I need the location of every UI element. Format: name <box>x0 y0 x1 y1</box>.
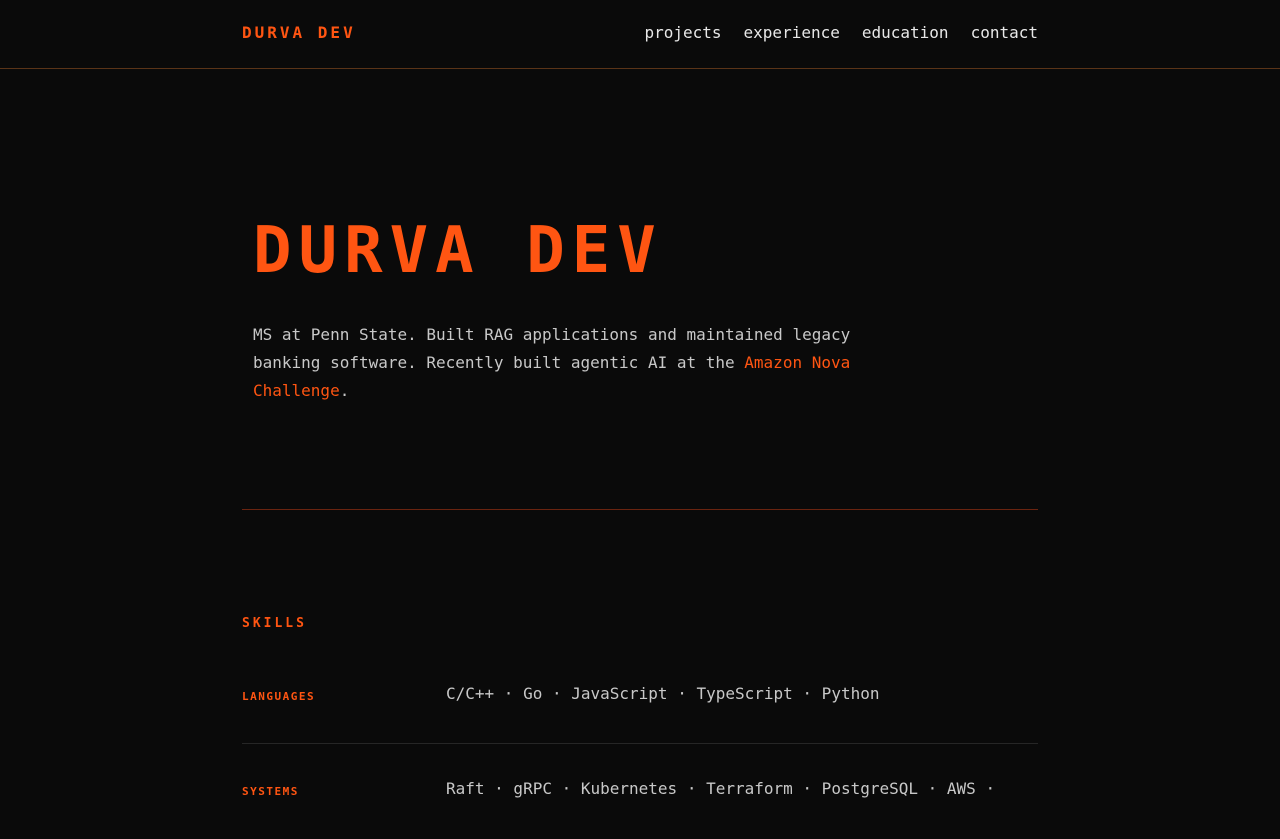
hero-title: DURVA DEV <box>253 214 663 288</box>
hero-intro-end: . <box>339 381 350 400</box>
skills-heading: SKILLS <box>242 616 307 631</box>
nav-link-projects[interactable]: projects <box>644 23 721 42</box>
skill-label: LANGUAGES <box>242 690 316 703</box>
nav-link-experience[interactable]: experience <box>744 23 840 42</box>
hero-intro: MS at Penn State. Built RAG applications… <box>253 321 893 405</box>
skill-label: SYSTEMS <box>242 785 299 798</box>
skill-items: C/C++ · Go · JavaScript · TypeScript · P… <box>446 684 880 703</box>
brand-logo-link[interactable]: DURVA DEV <box>242 23 356 42</box>
skill-row-languages: LANGUAGES C/C++ · Go · JavaScript · Type… <box>242 684 1038 744</box>
top-navigation-bar: DURVA DEV projects experience education … <box>0 0 1280 69</box>
main-nav: projects experience education contact <box>644 23 1038 42</box>
section-divider <box>242 509 1038 510</box>
nav-link-education[interactable]: education <box>862 23 949 42</box>
skill-row-systems: SYSTEMS Raft · gRPC · Kubernetes · Terra… <box>242 779 1038 839</box>
nav-link-contact[interactable]: contact <box>971 23 1038 42</box>
skill-items: Raft · gRPC · Kubernetes · Terraform · P… <box>446 779 996 798</box>
